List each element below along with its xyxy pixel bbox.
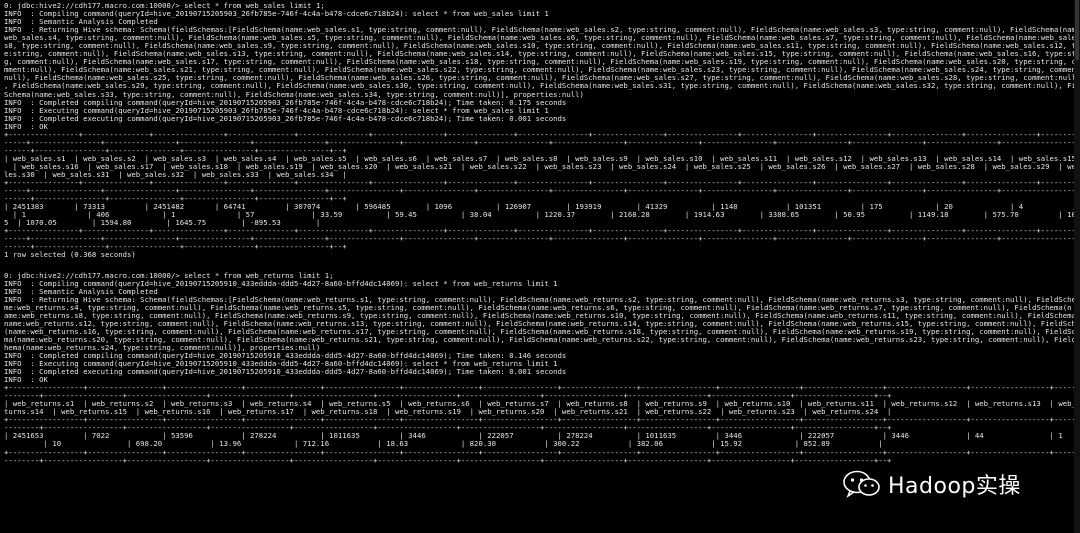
terminal-line: | 10 | 698.20 | 13.96 | 712.16 | 18.63 |… xyxy=(4,440,883,449)
terminal-scrollbar[interactable] xyxy=(1074,0,1080,533)
terminal-line: --------+------------------+------------… xyxy=(4,392,892,401)
terminal-line: s8, type:string, comment:null), FieldSch… xyxy=(4,42,1080,51)
watermark-text: Hadoop实操 xyxy=(888,474,1021,499)
terminal-line: null), FieldSchema(name:web_sales.s25, t… xyxy=(4,74,1080,83)
terminal-line: INFO : Semantic Analysis Completed xyxy=(4,18,158,27)
terminal-line: 5 | 1070.05 | 1594.80 | 1645.75 | -895.5… xyxy=(4,219,321,228)
terminal-line: +----------------+---------------+------… xyxy=(4,130,1080,139)
terminal-line: -----+----------------+----------------+… xyxy=(4,235,1080,244)
terminal-line: -----+----------------+----------------+… xyxy=(4,138,1080,147)
terminal-line: INFO : OK xyxy=(4,376,48,385)
terminal-line: INFO : Returning Hive schema: Schema(fie… xyxy=(4,26,1080,35)
terminal-line: mment:null), FieldSchema(name:web_sales.… xyxy=(4,66,1080,75)
terminal-line: turns.s14 | web_returns.s15 | web_return… xyxy=(4,408,892,417)
terminal-line: web_sales.s4, type:string, comment:null)… xyxy=(4,34,1080,43)
terminal-line: e:string, comment:null), FieldSchema(nam… xyxy=(4,50,1080,59)
terminal-line: +----------------+---------------+------… xyxy=(4,179,1080,188)
terminal-line: INFO : OK xyxy=(4,122,48,131)
terminal-line: +----------------+---------------+------… xyxy=(4,227,1080,236)
terminal-line: INFO : Returning Hive schema: Schema(fie… xyxy=(4,295,1080,304)
terminal-line: INFO : Semantic Analysis Completed xyxy=(4,287,158,296)
terminal-line: hema(name:web_returns.s24, type:string, … xyxy=(4,343,321,352)
terminal-line: INFO : Completed compiling command(query… xyxy=(4,98,567,107)
web-sales-query-output: 0: jdbc:hive2://cdh177.macro.com:10000/>… xyxy=(4,2,1080,260)
watermark: Hadoop实操 xyxy=(838,468,1027,500)
terminal-line: INFO : Executing command(queryId=hive_20… xyxy=(4,360,558,369)
terminal-line: INFO : Executing command(queryId=hive_20… xyxy=(4,106,549,115)
terminal-line: ame:web_returns.s8, type:string, comment… xyxy=(4,311,1080,320)
terminal-line: 0: jdbc:hive2://cdh177.macro.com:10000/>… xyxy=(4,271,334,280)
terminal-line: name:web_returns.s12, type:string, comme… xyxy=(4,319,1080,328)
terminal-line: (name:web_returns.s16, type:string, comm… xyxy=(4,327,1080,336)
terminal-line: | web_returns.s1 | web_returns.s2 | web_… xyxy=(4,400,1080,409)
terminal-line: -----+----------------+----------------+… xyxy=(4,187,1080,196)
terminal-line: , FieldSchema(name:web_sales.s29, type:s… xyxy=(4,82,1080,91)
terminal-line: INFO : Completed executing command(query… xyxy=(4,368,567,377)
terminal-line: | 1 | 406 | 1 | 57 | 33.59 | 59.45 | 38.… xyxy=(4,211,1080,220)
terminal-output[interactable]: 0: jdbc:hive2://cdh177.macro.com:10000/>… xyxy=(0,0,1080,533)
terminal-line: g, comment:null), FieldSchema(name:web_s… xyxy=(4,58,1080,67)
terminal-line: ma(name:web_returns.s20, type:string, co… xyxy=(4,335,1080,344)
terminal-line: INFO : Compiling command(queryId=hive_20… xyxy=(4,10,549,19)
terminal-line: INFO : Completed compiling command(query… xyxy=(4,351,567,360)
terminal-line: ------+----------------+----------------… xyxy=(4,195,347,204)
terminal-line: me:web_returns.s4, type:string, comment:… xyxy=(4,303,1072,312)
terminal-line: | web_sales.s1 | web_sales.s2 | web_sale… xyxy=(4,154,1076,163)
terminal-line: +-----------------+-----------------+---… xyxy=(4,416,1080,425)
terminal-line: +-----------------+-----------------+---… xyxy=(4,384,1080,393)
terminal-line: --------+------------------+------------… xyxy=(4,456,892,465)
terminal-line: ------+----------------+----------------… xyxy=(4,243,347,252)
terminal-line: INFO : Compiling command(queryId=hive_20… xyxy=(4,279,558,288)
terminal-line: | 2451653 | 7022 | 53596 | 278224 | 1011… xyxy=(4,432,1063,441)
web-returns-query-output: 0: jdbc:hive2://cdh177.macro.com:10000/>… xyxy=(4,272,1080,465)
terminal-line: --------+------------------+------------… xyxy=(4,424,892,433)
terminal-line: | 2451383 | 73313 | 2451482 | 64741 | 30… xyxy=(4,203,1024,212)
terminal-line: 0: jdbc:hive2://cdh177.macro.com:10000/>… xyxy=(4,2,325,10)
terminal-line: les.s30 | web_sales.s31 | web_sales.s32 … xyxy=(4,170,347,179)
terminal-line: Schema(name:web_sales.s33, type:string, … xyxy=(4,90,584,99)
terminal-line: +-----------------+-----------------+---… xyxy=(4,448,1080,457)
terminal-line: INFO : Completed executing command(query… xyxy=(4,114,567,123)
terminal-line: 1 row selected (0.368 seconds) xyxy=(4,251,136,260)
wechat-logo-icon xyxy=(843,470,880,498)
terminal-line: | web_sales.s16 | web_sales.s17 | web_sa… xyxy=(4,162,1080,171)
scrollbar-thumb[interactable] xyxy=(1075,0,1079,60)
terminal-line: ------+----------------+----------------… xyxy=(4,146,347,155)
